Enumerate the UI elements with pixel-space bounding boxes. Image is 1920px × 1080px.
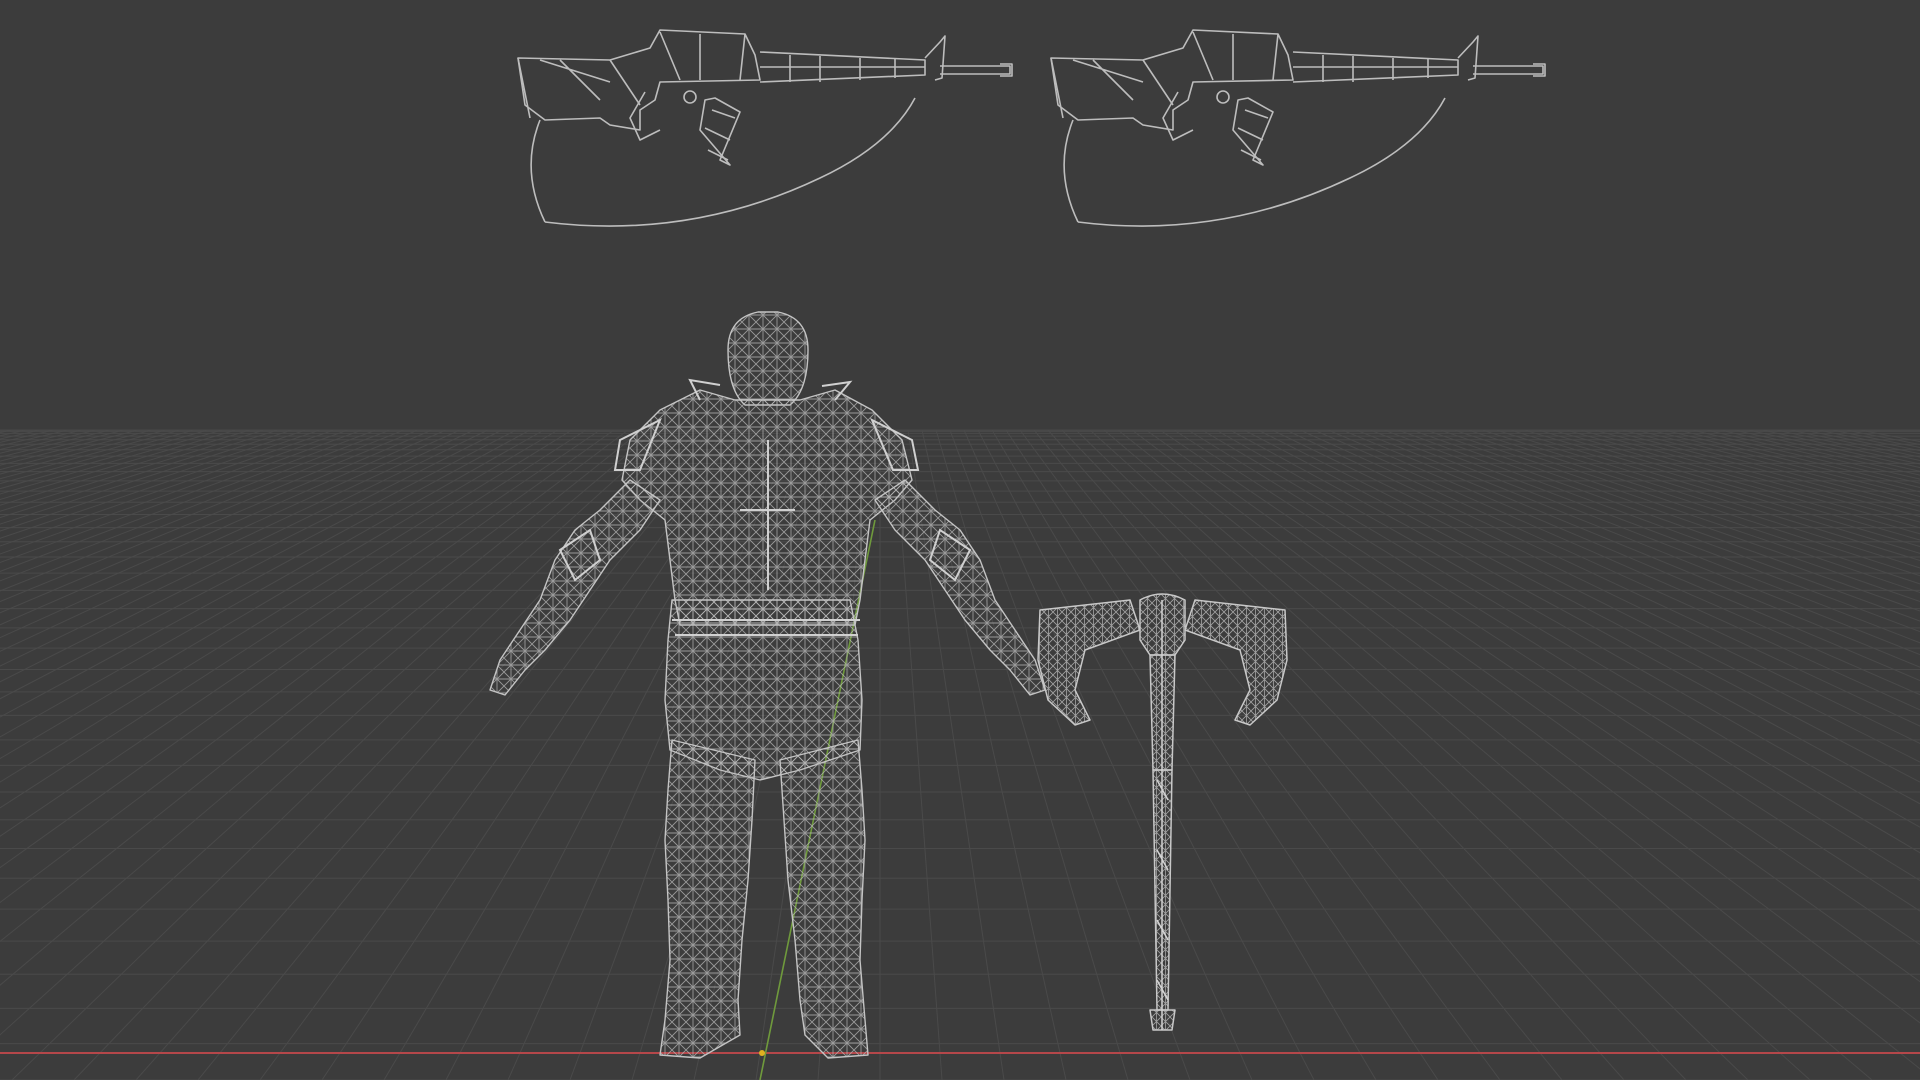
rifle-wireframe-1[interactable] (517, 29, 1013, 227)
double-axe-wireframe[interactable] (1037, 593, 1288, 1031)
3d-viewport[interactable] (0, 0, 1920, 1080)
warrior-wireframe[interactable] (489, 311, 1046, 1059)
floor-grid (0, 429, 1920, 1080)
viewport-canvas[interactable] (0, 0, 1920, 1080)
world-origin (759, 1050, 765, 1056)
rifle-wireframe-2[interactable] (1050, 29, 1546, 227)
